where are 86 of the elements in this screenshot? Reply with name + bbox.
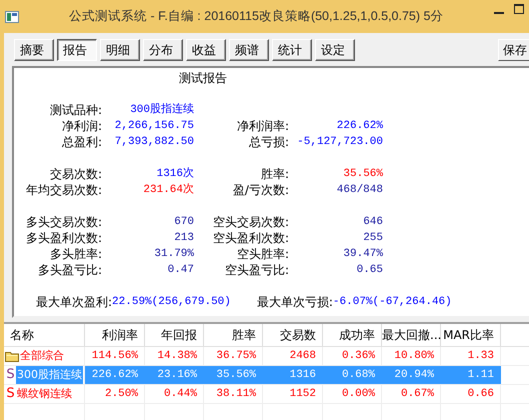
app-icon	[5, 10, 19, 22]
column-header[interactable]: 名称	[4, 324, 85, 346]
column-header[interactable]: 胜率	[204, 324, 263, 346]
field-label: 年均交易次数:	[26, 182, 102, 198]
folder-icon	[5, 350, 19, 362]
field-value: 646	[363, 215, 383, 230]
field-value: 213	[174, 231, 194, 246]
field-label: 净利润:	[62, 118, 102, 134]
field-value: 300股指连续	[130, 102, 194, 118]
table-cell: 2.50%	[85, 385, 145, 403]
field-value: 226.62%	[336, 119, 383, 134]
column-header[interactable]: 利润率	[85, 324, 145, 346]
table-cell: 36.75%	[204, 347, 263, 365]
tab[interactable]: 明细	[100, 39, 140, 61]
table-cell: 1316	[263, 366, 323, 384]
table-cell: 35.56%	[204, 366, 263, 384]
tab[interactable]: 收益	[186, 39, 226, 61]
table-cell: 23.16%	[145, 366, 204, 384]
field-value: 670	[174, 215, 194, 230]
report-title: 测试报告	[179, 70, 228, 86]
strategy-marker: S	[5, 385, 16, 403]
table-cell: 0.66	[441, 385, 501, 403]
field-label: 交易次数:	[50, 166, 102, 182]
strategy-marker: S	[5, 366, 16, 384]
tab[interactable]: 频谱	[229, 39, 269, 61]
table-cell: 0.67%	[382, 385, 441, 403]
field-label: 多头交易次数:	[26, 214, 102, 230]
field-label: 空头盈利次数:	[212, 230, 289, 246]
table-cell: 10.80%	[382, 347, 441, 365]
field-value: 35.56%	[343, 167, 383, 182]
field-value: 22.59%(256,679.50)	[112, 295, 231, 310]
tab[interactable]: 统计	[272, 39, 312, 61]
table-cell: 0.44%	[145, 385, 204, 403]
field-value: 2,266,156.75	[114, 119, 194, 134]
table-cell: 226.62%	[85, 366, 145, 384]
field-value: 1316次	[156, 166, 194, 182]
tab[interactable]: 报告	[57, 39, 97, 61]
table-cell[interactable]: 螺纹钢连续	[16, 385, 73, 403]
field-label: 净利润率:	[236, 118, 289, 134]
field-label: 空头胜率:	[236, 246, 289, 262]
column-header[interactable]: 交易数	[263, 324, 323, 346]
field-label: 多头盈利次数:	[26, 230, 102, 246]
tab[interactable]: 摘要	[14, 39, 54, 61]
table-cell: 0.00%	[323, 385, 382, 403]
field-value: 31.79%	[154, 247, 194, 262]
table-cell: 1.33	[441, 347, 501, 365]
field-label: 总亏损:	[248, 134, 289, 150]
field-label: 空头盈亏比:	[224, 262, 289, 278]
field-value: 39.47%	[343, 247, 383, 262]
save-button[interactable]: 保存	[498, 39, 529, 61]
field-label: 多头胜率:	[50, 246, 102, 262]
field-label: 测试品种:	[50, 102, 102, 118]
tab[interactable]: 设定	[315, 39, 355, 61]
table-cell: 2468	[263, 347, 323, 365]
table-cell: 0.36%	[323, 347, 382, 365]
table-cell: 14.38%	[145, 347, 204, 365]
table-cell[interactable]: 全部综合	[19, 347, 65, 365]
field-value: 0.65	[356, 263, 383, 278]
field-label: 盈/亏次数:	[232, 182, 289, 198]
field-value: 7,393,882.50	[114, 135, 194, 150]
field-value: 231.64次	[143, 182, 194, 198]
field-value: 468/848	[336, 183, 383, 198]
field-value: -5,127,723.00	[297, 135, 383, 150]
minimize-icon[interactable]	[494, 12, 504, 15]
field-label: 最大单次盈利:	[36, 294, 112, 310]
column-header[interactable]: 成功率	[323, 324, 382, 346]
column-header[interactable]: 最大回撤...	[382, 324, 441, 346]
field-label: 最大单次亏损:	[256, 294, 333, 310]
field-label: 空头交易次数:	[212, 214, 289, 230]
table-cell: 1152	[263, 385, 323, 403]
field-value: -6.07%(-67,264.46)	[332, 295, 452, 310]
column-header[interactable]: MAR比率	[441, 324, 501, 346]
column-header[interactable]: 年回报	[145, 324, 204, 346]
field-value: 0.47	[168, 263, 194, 278]
table-cell: 20.94%	[382, 366, 441, 384]
field-value: 255	[363, 231, 383, 246]
field-label: 胜率:	[260, 166, 289, 182]
window-title: 公式测试系统 - F.自编 : 20160115改良策略(50,1.25,1,0.5,0.75) 5分	[69, 8, 444, 25]
tab[interactable]: 分布	[143, 39, 183, 61]
maximize-icon[interactable]	[514, 4, 524, 14]
table-cell: 114.56%	[85, 347, 145, 365]
table-cell: 38.11%	[204, 385, 263, 403]
field-label: 总盈利:	[62, 134, 102, 150]
table-cell: 0.68%	[323, 366, 382, 384]
table-cell: 1.11	[441, 366, 501, 384]
field-label: 多头盈亏比:	[38, 262, 102, 278]
